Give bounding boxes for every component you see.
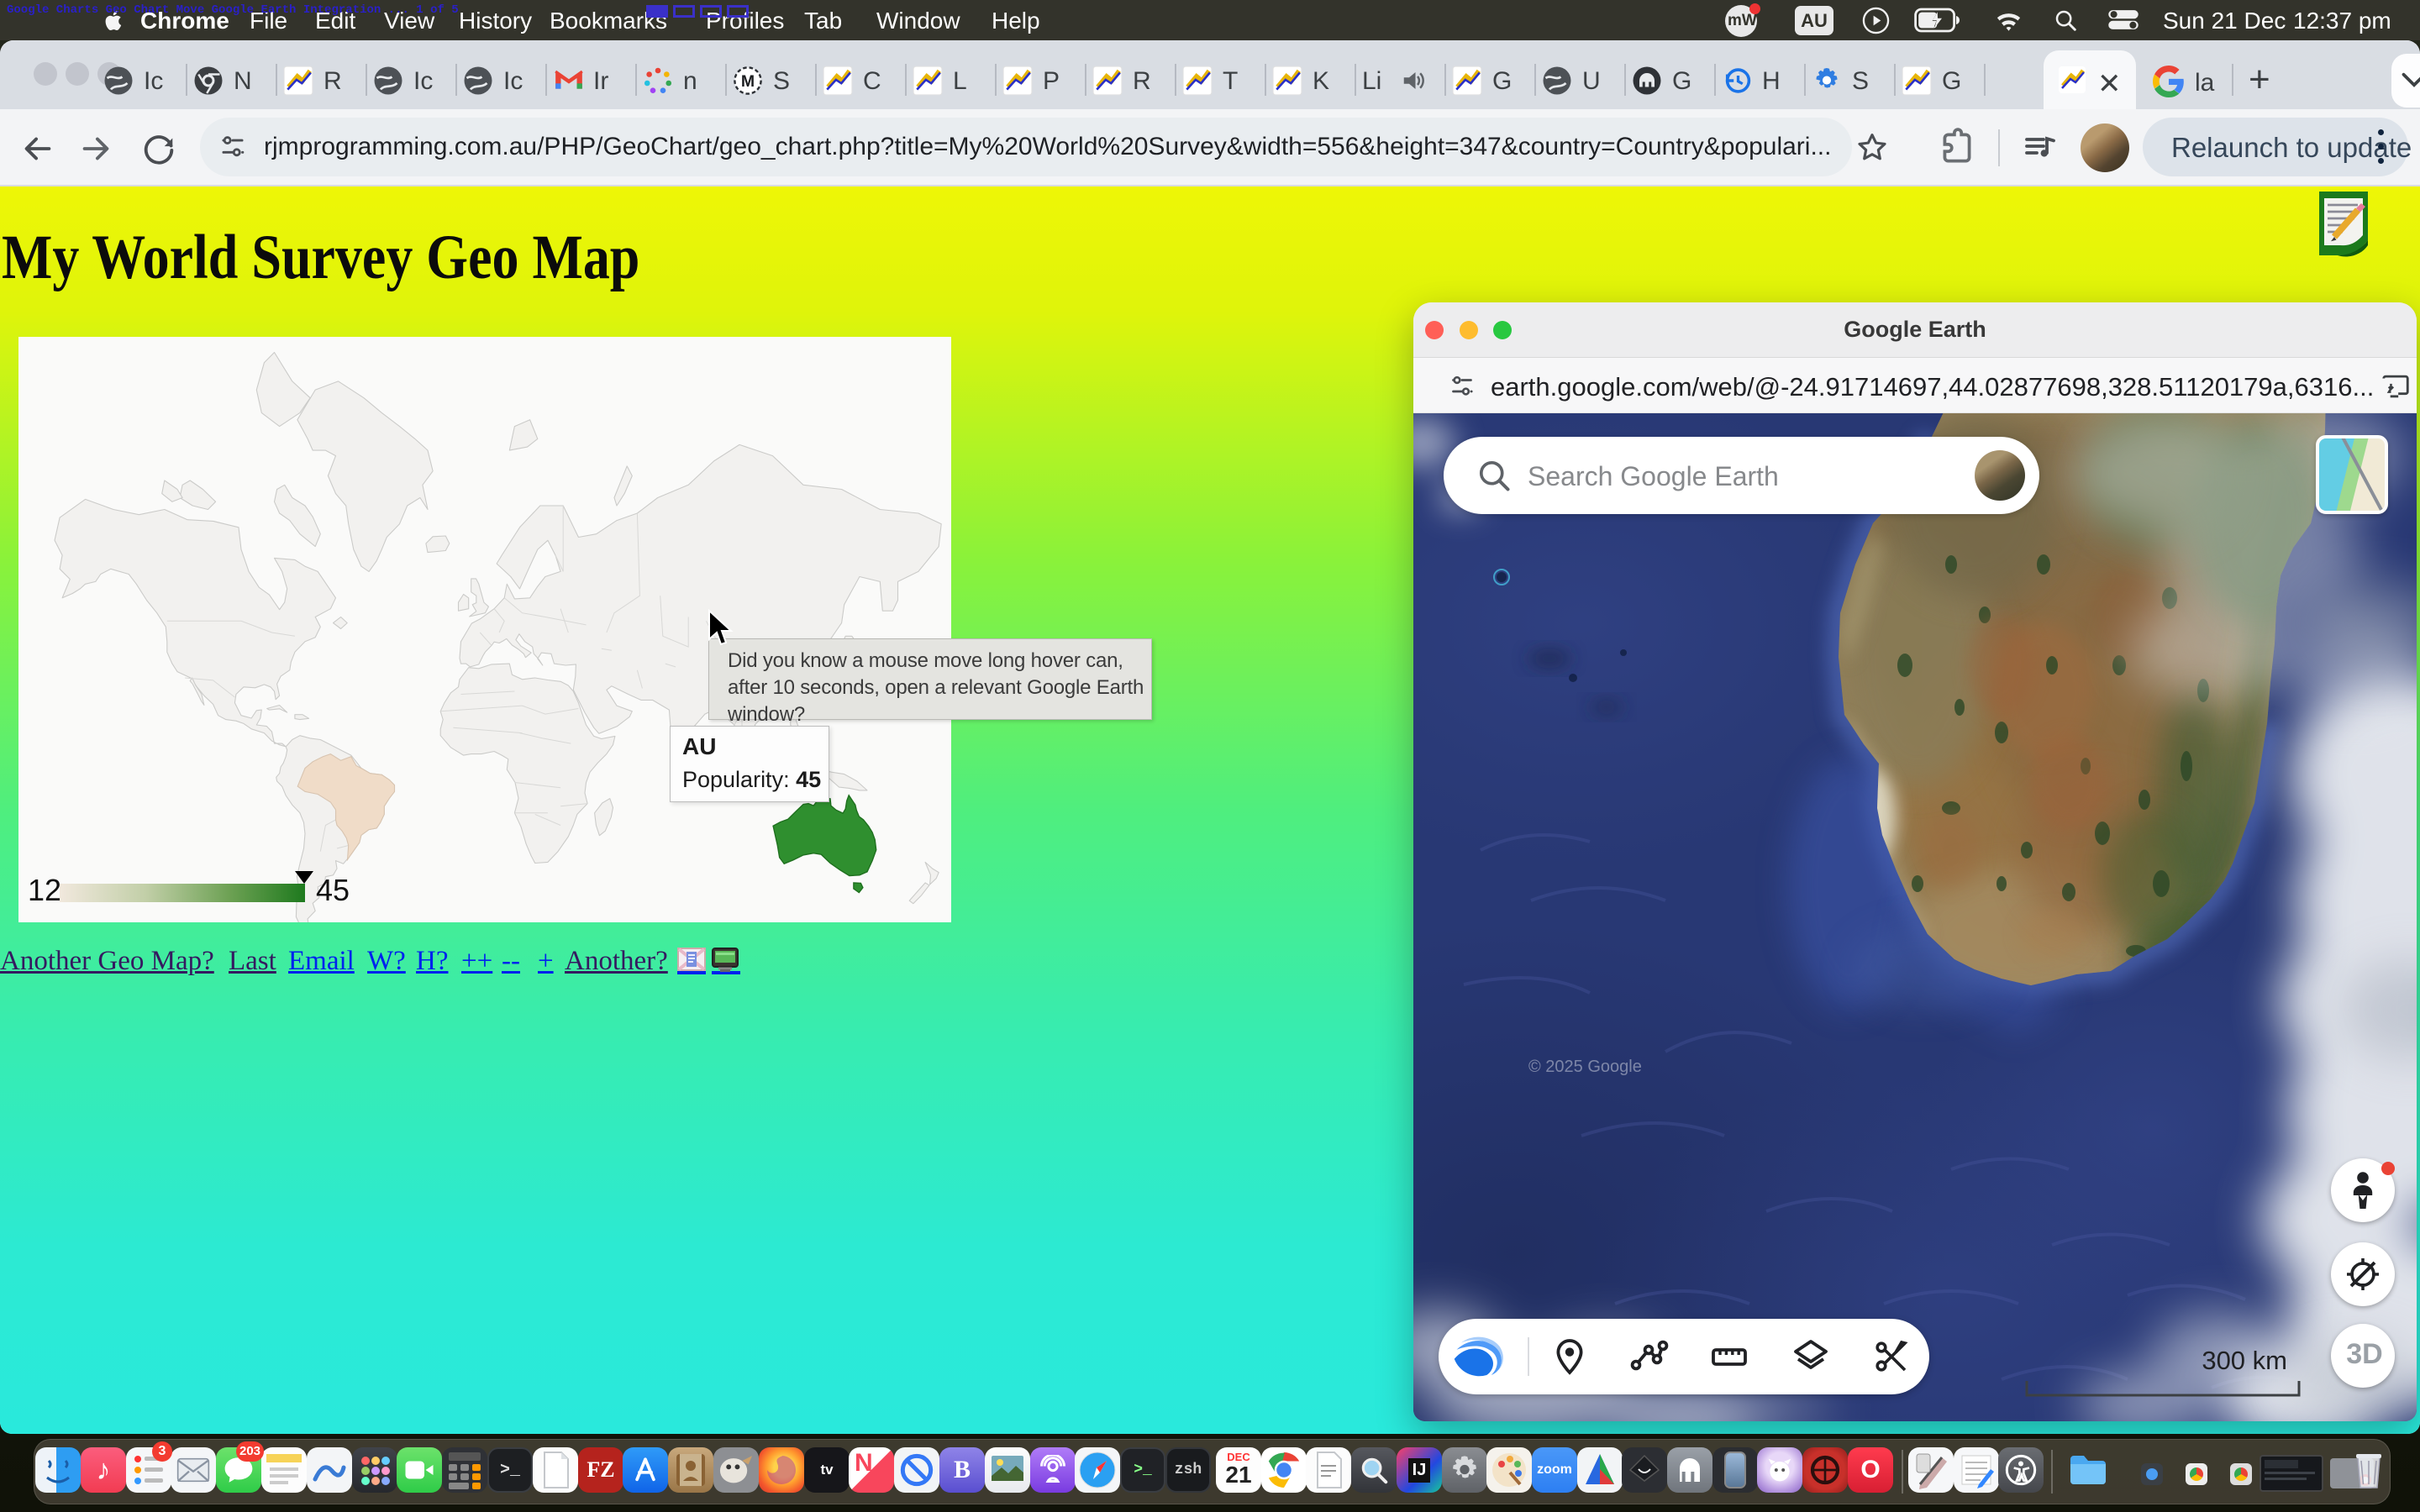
svg-text:© 2025 Google: © 2025 Google (1528, 1058, 1642, 1076)
svg-text:M: M (741, 72, 755, 91)
svg-text:45: 45 (316, 873, 350, 907)
svg-text:12: 12 (28, 873, 61, 907)
